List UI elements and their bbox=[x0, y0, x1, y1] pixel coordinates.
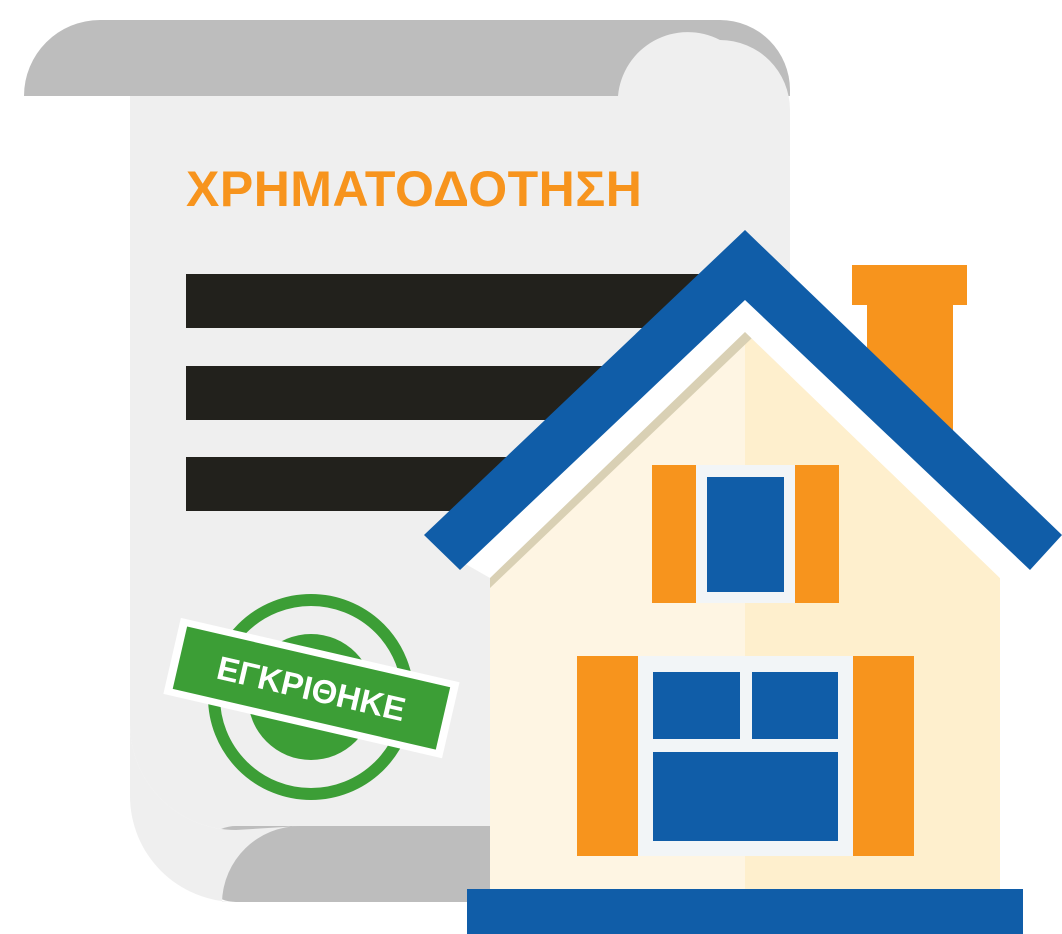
document-title: ΧΡΗΜΑΤΟΔΟΤΗΣΗ bbox=[186, 161, 642, 217]
lower-window-shutter-left bbox=[577, 656, 638, 856]
chimney-cap bbox=[852, 265, 967, 305]
loan-approved-illustration: ΧΡΗΜΑΤΟΔΟΤΗΣΗ ΕΓΚΡΙΘΗΚΕ bbox=[24, 20, 1062, 934]
house-base bbox=[467, 889, 1023, 934]
upper-window-shutter-left bbox=[652, 465, 696, 603]
upper-window-pane bbox=[707, 477, 784, 592]
lower-window-pane-bottom bbox=[653, 752, 838, 841]
illustration: ΧΡΗΜΑΤΟΔΟΤΗΣΗ ΕΓΚΡΙΘΗΚΕ bbox=[0, 0, 1062, 934]
lower-window-shutter-right bbox=[853, 656, 914, 856]
lower-window-pane-top-right bbox=[752, 672, 838, 739]
upper-window-shutter-right bbox=[795, 465, 839, 603]
text-line-1 bbox=[186, 274, 716, 328]
lower-window-pane-top-left bbox=[653, 672, 740, 739]
